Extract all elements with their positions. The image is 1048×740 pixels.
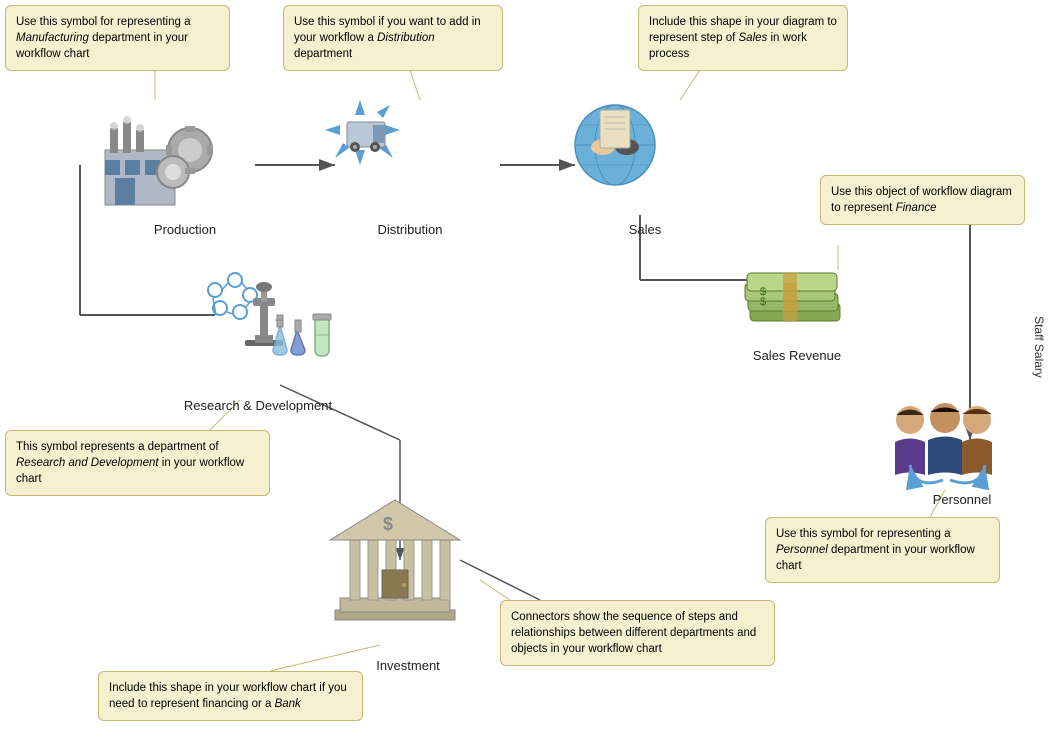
distribution-label: Distribution — [360, 222, 460, 237]
sales-revenue-label: Sales Revenue — [742, 348, 852, 363]
callout-bank: Include this shape in your workflow char… — [98, 671, 363, 721]
staff-salary-label: Staff Salary — [1032, 316, 1046, 378]
callout-distribution: Use this symbol if you want to add in yo… — [283, 5, 503, 71]
callout-finance: Use this object of workflow diagram to r… — [820, 175, 1025, 225]
callout-rd: This symbol represents a department of R… — [5, 430, 270, 496]
svg-text:$: $ — [383, 514, 393, 534]
callout-personnel: Use this symbol for representing a Perso… — [765, 517, 1000, 583]
callout-manufacturing: Use this symbol for representing a Manuf… — [5, 5, 230, 71]
investment-label: Investment — [348, 658, 468, 673]
callout-connectors: Connectors show the sequence of steps an… — [500, 600, 775, 666]
personnel-label: Personnel — [912, 492, 1012, 507]
rd-label: Research & Development — [178, 398, 338, 413]
callout-sales: Include this shape in your diagram to re… — [638, 5, 848, 71]
svg-text:$: $ — [760, 296, 766, 308]
sales-label: Sales — [605, 222, 685, 237]
production-label: Production — [135, 222, 235, 237]
